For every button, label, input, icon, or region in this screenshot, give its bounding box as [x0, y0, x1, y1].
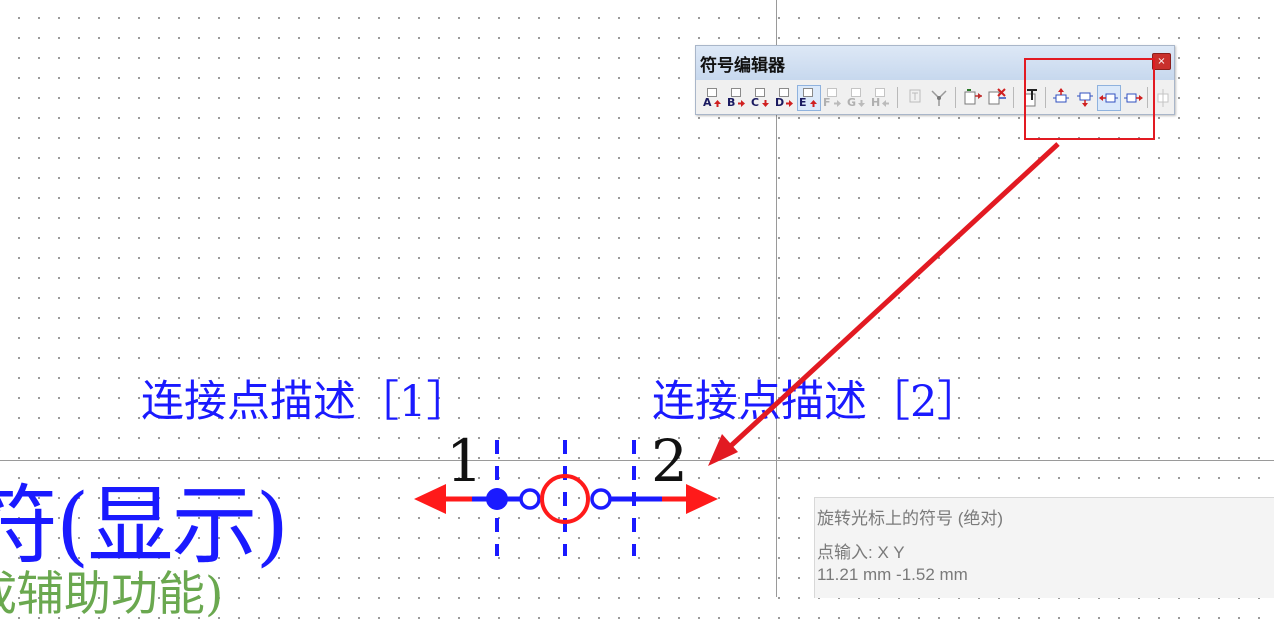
delete-connection-icon — [988, 88, 1006, 105]
pin-a-button[interactable]: A — [701, 85, 725, 111]
add-connection-button[interactable] — [961, 85, 985, 111]
toolbar-separator — [1013, 87, 1014, 108]
add-connection-icon — [964, 89, 982, 105]
delete-connection-button[interactable] — [985, 85, 1009, 111]
right-arrow-icon — [686, 484, 718, 514]
annotation-arrow-line — [720, 142, 1060, 456]
pin-c-button[interactable]: C — [749, 85, 773, 111]
pin-d-button[interactable]: D — [773, 85, 797, 111]
pin-c-label: C — [751, 96, 760, 109]
arrow-right-icon — [834, 100, 841, 107]
pin-f-button[interactable]: F — [821, 85, 845, 111]
toolbar-separator — [955, 87, 956, 108]
command-status-panel: 旋转光标上的符号 (绝对) 点输入: X Y 11.21 mm -1.52 mm — [814, 497, 1274, 598]
annotation-highlight-box — [1024, 58, 1155, 140]
arrow-right-icon — [738, 100, 745, 107]
pin-b-button[interactable]: B — [725, 85, 749, 111]
arrow-up-icon — [714, 100, 721, 107]
connection-point-open-left — [519, 488, 541, 510]
pin-e-label: E — [799, 96, 807, 109]
arrow-down-icon — [858, 100, 865, 107]
status-command-text: 旋转光标上的符号 (绝对) — [817, 509, 1004, 528]
toolbar-title: 符号编辑器 — [700, 55, 785, 76]
pin-b-label: B — [727, 96, 736, 109]
connection-point-filled — [486, 488, 508, 510]
pin-d-label: D — [775, 96, 785, 109]
pin-e-button[interactable]: E — [797, 85, 821, 111]
pin-g-button[interactable]: G — [845, 85, 869, 111]
annotation-arrow-icon — [708, 434, 738, 466]
arrow-down-icon — [762, 100, 769, 107]
connection-point-open-right — [590, 488, 612, 510]
arrow-right-icon — [786, 100, 793, 107]
branch-button[interactable] — [927, 85, 951, 111]
arrow-up-icon — [810, 100, 817, 107]
arrow-left-icon — [882, 100, 889, 107]
status-prompt-text: 点输入: X Y — [817, 543, 905, 562]
pin-g-label: G — [847, 96, 857, 109]
branch-icon — [931, 90, 947, 106]
pin-f-label: F — [823, 96, 831, 109]
left-arrow-icon — [414, 484, 446, 514]
text-frame-button[interactable] — [903, 85, 927, 111]
toolbar-separator — [897, 87, 898, 108]
status-coordinates-text: 11.21 mm -1.52 mm — [817, 565, 968, 584]
pin-a-label: A — [703, 96, 712, 109]
pin-h-button[interactable]: H — [869, 85, 893, 111]
mirror-icon — [1157, 89, 1169, 107]
text-frame-icon — [909, 89, 921, 103]
pin-h-label: H — [871, 96, 881, 109]
